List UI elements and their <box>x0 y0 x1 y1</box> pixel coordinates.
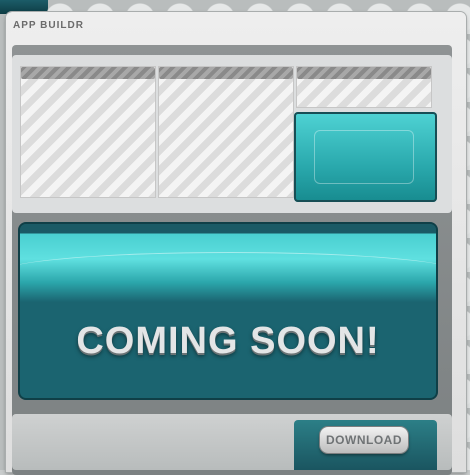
coming-soon-banner: COMING SOON! <box>20 224 436 398</box>
slot-header-bar <box>297 67 431 79</box>
slot-header-bar <box>21 67 155 79</box>
placeholder-slot-2[interactable] <box>158 66 294 198</box>
banner-gloss <box>20 224 436 302</box>
selected-component-card[interactable] <box>294 112 437 202</box>
coming-soon-text: COMING SOON! <box>76 320 380 362</box>
banner-wave <box>20 252 436 293</box>
placeholder-slot-1[interactable] <box>20 66 156 198</box>
window-tab-label: APP BUILDR <box>13 20 84 31</box>
placeholder-slot-3[interactable] <box>296 66 432 108</box>
device-frame-icon <box>314 130 414 184</box>
slot-header-bar <box>159 67 293 79</box>
download-button[interactable]: DOWNLOAD <box>320 427 408 453</box>
